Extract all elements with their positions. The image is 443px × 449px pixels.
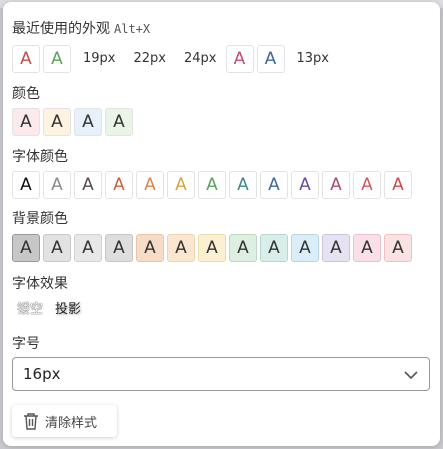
font-color-chip[interactable]: A — [167, 171, 195, 199]
bg-color-chip[interactable]: A — [229, 234, 257, 262]
color-preset-chip[interactable]: A — [12, 108, 40, 136]
effects-title: 字体效果 — [12, 276, 68, 292]
font-color-chip[interactable]: A — [105, 171, 133, 199]
bg-colors-title: 背景颜色 — [12, 211, 68, 227]
recent-style-chip[interactable]: A — [256, 45, 285, 73]
bg-color-chip[interactable]: A — [136, 234, 164, 262]
colors-row: AAAA — [12, 108, 136, 136]
bg-color-chip[interactable]: A — [198, 234, 226, 262]
appearance-panel: 最近使用的外观 Alt+X A A 19px 22px 24px A A 13px 颜色 AAA… — [3, 2, 440, 446]
font-color-chip[interactable]: A — [384, 171, 412, 199]
effects-row: 镂空 投影 — [17, 300, 93, 320]
clear-style-label: 清除样式 — [45, 415, 98, 431]
colors-title: 颜色 — [12, 86, 40, 102]
recent-font-size-option[interactable]: 24px — [175, 45, 226, 73]
bg-color-chip[interactable]: A — [74, 234, 102, 262]
bg-color-chip[interactable]: A — [105, 234, 133, 262]
font-color-chip[interactable]: A — [43, 171, 71, 199]
recent-appearance-row: A A 19px 22px 24px A A 13px — [12, 45, 338, 73]
font-color-chip[interactable]: A — [260, 171, 288, 199]
effect-hollow-option[interactable]: 镂空 — [17, 300, 43, 320]
recent-style-chip[interactable]: A — [225, 45, 254, 73]
recent-style-chip[interactable]: A — [43, 45, 71, 73]
recent-style-chip[interactable]: A — [12, 45, 40, 73]
recent-hotkey: Alt+X — [114, 22, 151, 36]
bg-color-chip[interactable]: A — [167, 234, 195, 262]
font-size-select[interactable]: 16px — [12, 357, 430, 391]
font-color-chip[interactable]: A — [12, 171, 40, 199]
font-color-chip[interactable]: A — [322, 171, 350, 199]
font-size-title: 字号 — [12, 336, 40, 352]
effect-shadow-option[interactable]: 投影 — [55, 300, 81, 320]
recent-font-size-option[interactable]: 19px — [74, 45, 125, 73]
recent-title: 最近使用的外观 — [12, 21, 110, 37]
color-preset-chip[interactable]: A — [74, 108, 102, 136]
trash-icon — [24, 413, 38, 430]
font-color-chip[interactable]: A — [353, 171, 381, 199]
recent-font-size-option[interactable]: 13px — [288, 45, 339, 73]
color-preset-chip[interactable]: A — [105, 108, 133, 136]
font-colors-row: AAAAAAAAAAAAA — [12, 171, 415, 199]
font-colors-title: 字体颜色 — [12, 149, 68, 165]
bg-color-chip[interactable]: A — [291, 234, 319, 262]
bg-color-chip[interactable]: A — [322, 234, 350, 262]
font-color-chip[interactable]: A — [198, 171, 226, 199]
bg-color-chip[interactable]: A — [353, 234, 381, 262]
recent-font-size-option[interactable]: 22px — [125, 45, 176, 73]
clear-style-button[interactable]: 清除样式 — [12, 405, 117, 437]
font-color-chip[interactable]: A — [74, 171, 102, 199]
font-color-chip[interactable]: A — [136, 171, 164, 199]
bg-color-chip[interactable]: A — [384, 234, 412, 262]
bg-color-chip[interactable]: A — [260, 234, 288, 262]
color-preset-chip[interactable]: A — [43, 108, 71, 136]
chevron-down-icon — [404, 371, 418, 380]
bg-colors-row: AAAAAAAAAAAAA — [12, 234, 415, 262]
font-size-value: 16px — [23, 365, 61, 383]
bg-color-chip[interactable]: A — [43, 234, 71, 262]
font-color-chip[interactable]: A — [229, 171, 257, 199]
recent-section-title: 最近使用的外观 Alt+X — [12, 20, 150, 38]
font-color-chip[interactable]: A — [291, 171, 319, 199]
bg-color-chip[interactable]: A — [12, 234, 40, 262]
